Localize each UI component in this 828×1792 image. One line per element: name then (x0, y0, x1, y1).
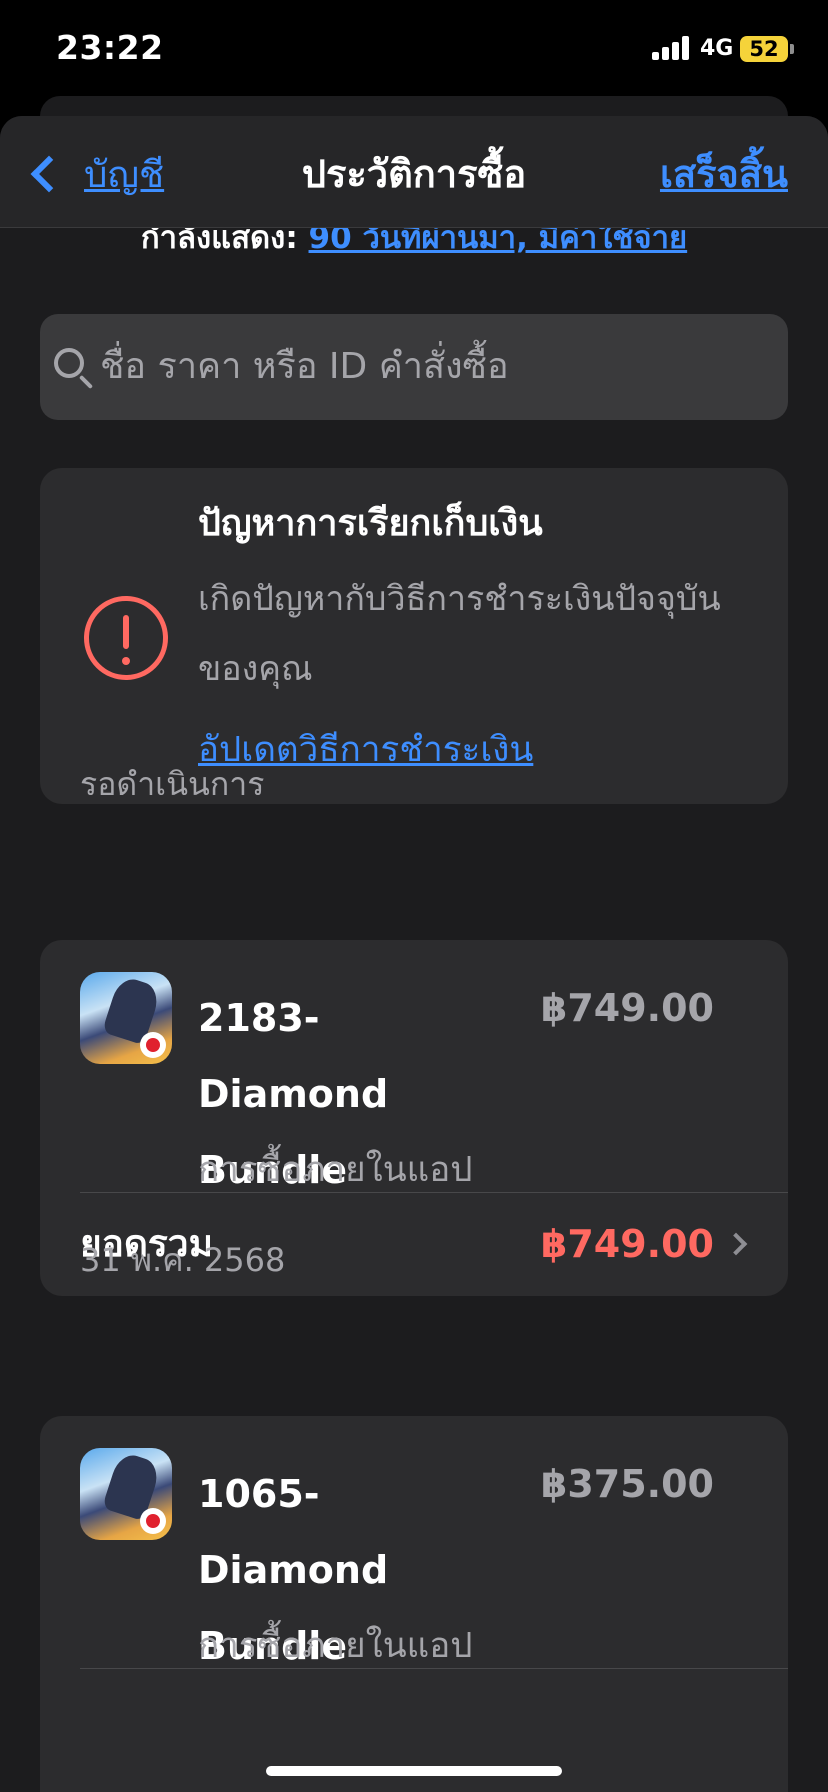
battery-tip (790, 44, 794, 54)
item-type: การซื้อภายในแอป (198, 1626, 473, 1666)
billing-problem-card: ปัญหาการเรียกเก็บเงิน เกิดปัญหากับวิธีกา… (40, 468, 788, 804)
battery-icon: 52 (740, 36, 788, 62)
back-button-label: บัญชี (84, 152, 165, 196)
item-price: ฿375.00 (540, 1462, 714, 1506)
item-type: การซื้อภายในแอป (198, 1150, 473, 1190)
section-header-pending: รอดำเนินการ (80, 765, 265, 803)
app-icon (80, 972, 172, 1064)
app-icon-badge (140, 1032, 166, 1058)
navigation-bar: บัญชี ประวัติการซื้อ เสร็จสิ้น (0, 116, 828, 228)
status-bar: 23:22 4G 52 (0, 0, 828, 100)
billing-problem-title: ปัญหาการเรียกเก็บเงิน (198, 503, 543, 544)
total-amount: ฿749.00 (540, 1222, 714, 1266)
done-button[interactable]: เสร็จสิ้น (660, 146, 788, 202)
divider (80, 1192, 788, 1193)
search-input[interactable] (100, 336, 760, 396)
search-bar[interactable] (40, 314, 788, 420)
app-icon-badge (140, 1508, 166, 1534)
purchase-history-sheet: กำลังแสดง: 90 วันที่ผ่านมา, มีค่าใช้จ่าย… (0, 116, 828, 1792)
search-icon (54, 348, 84, 378)
chevron-left-icon (30, 155, 68, 193)
divider (80, 1668, 788, 1669)
network-type: 4G (700, 36, 734, 61)
billing-problem-description: เกิดปัญหากับวิธีการชำระเงินปัจจุบันของคุ… (198, 579, 721, 689)
purchase-card[interactable]: 1065-Diamond Bundle ฿375.00 การซื้อภายใน… (40, 1416, 788, 1792)
cellular-signal-icon (652, 36, 692, 60)
back-button[interactable]: บัญชี (24, 146, 164, 202)
exclamation-circle-icon (84, 596, 168, 680)
status-time: 23:22 (56, 28, 164, 67)
item-price: ฿749.00 (540, 986, 714, 1030)
app-icon (80, 1448, 172, 1540)
chevron-right-icon (724, 1232, 748, 1256)
home-indicator[interactable] (266, 1766, 562, 1776)
section-header-date: 31 พ.ค. 2568 (80, 1241, 286, 1279)
